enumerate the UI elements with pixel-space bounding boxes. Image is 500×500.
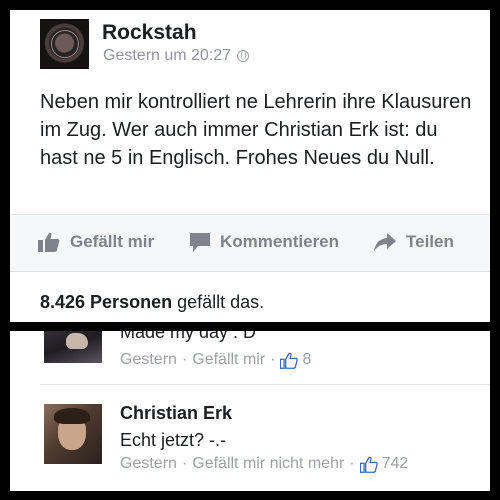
comment-like-count[interactable]: 742 [359,455,409,473]
thumbs-up-icon [359,456,378,473]
meta-separator: · [270,351,276,368]
comment-like-count[interactable]: 8 [280,351,311,369]
post-timestamp[interactable]: Gestern um 20:27 [103,47,231,65]
share-button[interactable]: Teilen [374,232,454,252]
like-count-value: 8 [302,351,312,368]
post-text: Neben mir kontrolliert ne Lehrerin ihre … [40,91,472,169]
page-avatar[interactable] [40,19,89,69]
likes-summary[interactable]: 8.426 Personen gefällt das. [40,292,264,313]
likes-count: 8.426 Personen [40,292,173,312]
meta-separator: · [349,455,355,472]
comment-like-link[interactable]: Gefällt mir [192,351,265,369]
comment-unlike-link[interactable]: Gefällt mir nicht mehr [192,455,344,473]
share-label: Teilen [406,232,454,251]
comment-text: Made my day : D [120,331,257,342]
post-action-bar: Gefällt mir Kommentieren Teilen [10,214,490,272]
comment-meta: Gestern · Gefällt mir · 8 [120,351,311,369]
thumbs-up-icon [38,232,60,252]
comment-time[interactable]: Gestern [120,351,177,369]
page-name[interactable]: Rockstah [102,21,197,45]
commenter-avatar[interactable] [44,331,102,363]
comment-author[interactable]: Christian Erk [120,403,232,424]
comment-time[interactable]: Gestern [120,455,177,473]
comment-divider [40,384,490,385]
meta-separator: · [181,455,188,472]
commenter-avatar[interactable] [44,404,102,464]
like-button[interactable]: Gefällt mir [38,232,154,252]
comment-meta: Gestern · Gefällt mir nicht mehr · 742 [120,455,408,473]
post-meta: Gestern um 20:27 [103,47,250,65]
likes-suffix: gefällt das. [172,292,265,312]
meta-separator: · [181,351,188,368]
post-card: Rockstah Gestern um 20:27 Neben mir kont… [10,10,490,322]
comment-text: Echt jetzt? -.- [120,430,227,450]
like-count-value: 742 [381,455,409,472]
like-label: Gefällt mir [70,232,155,251]
globe-icon [237,50,250,62]
comment-button[interactable]: Kommentieren [190,232,339,252]
comments-panel: Made my day : D Gestern · Gefällt mir · … [10,331,490,491]
comment-label: Kommentieren [220,232,340,251]
comment-icon [190,232,210,252]
thumbs-up-icon [280,352,299,369]
share-arrow-icon [374,233,396,251]
